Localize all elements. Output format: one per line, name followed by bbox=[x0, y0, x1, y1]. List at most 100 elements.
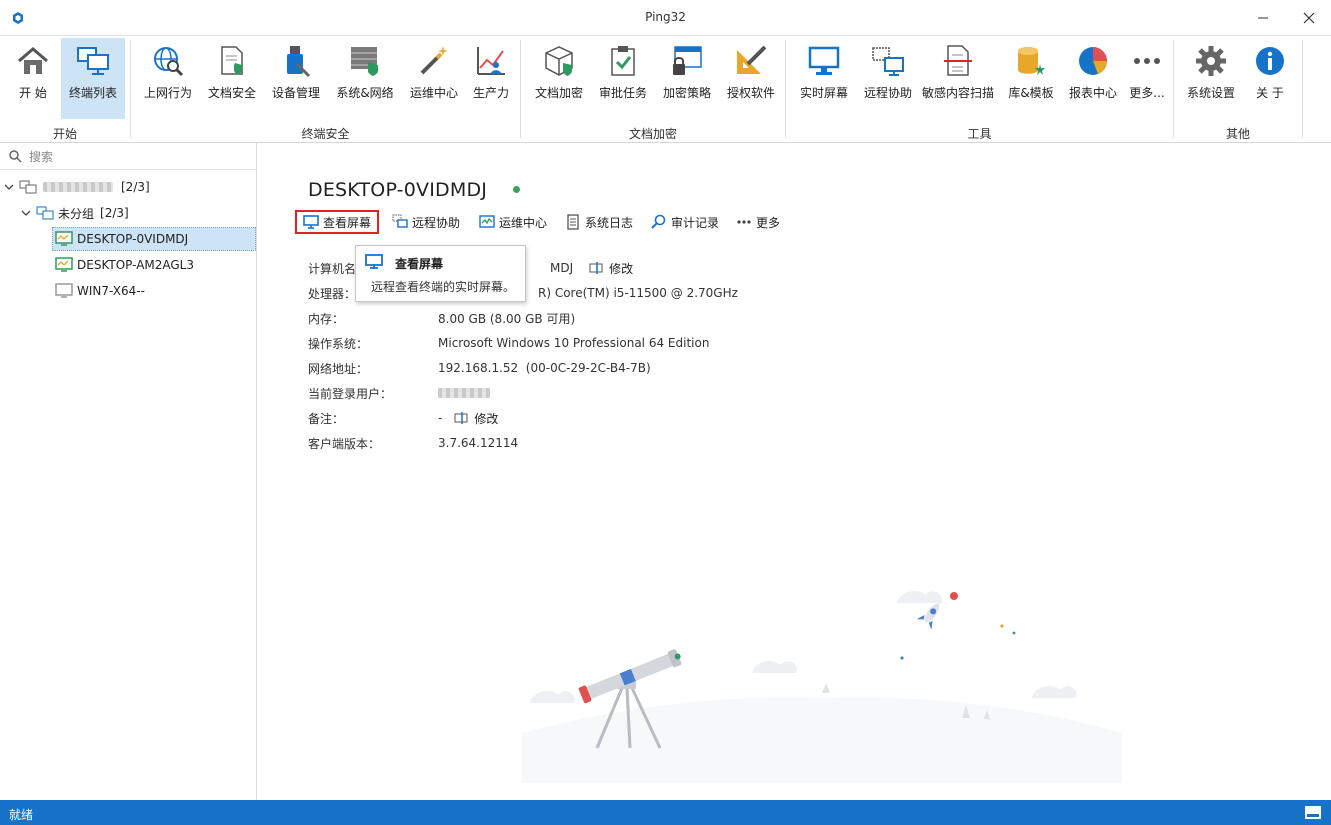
ribbon-system-network-label: 系统&网络 bbox=[336, 86, 394, 100]
window-title: Ping32 bbox=[645, 10, 686, 24]
ribbon-about-label: 关 于 bbox=[1256, 86, 1284, 100]
home-icon bbox=[18, 47, 48, 74]
status-text: 就绪 bbox=[9, 808, 34, 822]
ribbon-remote-assist-button[interactable]: 远程协助 bbox=[859, 38, 917, 118]
library-template-icon bbox=[1018, 47, 1045, 75]
edit-icon bbox=[454, 412, 468, 424]
ribbon-web-behavior-button[interactable]: 上网行为 bbox=[138, 38, 198, 118]
ribbon-report-center-label: 报表中心 bbox=[1068, 86, 1117, 100]
view-screen-tooltip: 查看屏幕 远程查看终端的实时屏幕。 bbox=[355, 245, 526, 302]
minimize-icon bbox=[1258, 17, 1268, 19]
tree-group-node[interactable]: 未分组 [2/3] bbox=[21, 201, 129, 225]
ribbon-settings-button[interactable]: 系统设置 bbox=[1182, 38, 1240, 118]
audit-log-button[interactable]: 审计记录 bbox=[651, 210, 719, 234]
more-actions-label: 更多 bbox=[756, 215, 781, 230]
info-key: 当前登录用户： bbox=[308, 386, 393, 401]
info-key: 内存： bbox=[308, 311, 345, 326]
telescope-illustration bbox=[522, 590, 1122, 783]
ribbon-start-button[interactable]: 开 始 bbox=[5, 38, 61, 118]
sidebar-search[interactable]: 搜索 bbox=[0, 143, 256, 170]
ribbon-realtime-screen-button[interactable]: 实时屏幕 bbox=[795, 38, 853, 118]
sensitive-scan-icon bbox=[944, 45, 972, 76]
info-row-network: 网络地址： 192.168.1.52 (00-0C-29-2C-B4-7B) bbox=[308, 358, 651, 378]
chevron-down-icon[interactable] bbox=[4, 182, 14, 192]
search-input[interactable]: 搜索 bbox=[29, 148, 53, 165]
authorize-software-icon bbox=[737, 45, 767, 74]
ribbon-terminal-list-button[interactable]: 终端列表 bbox=[61, 38, 125, 119]
ribbon-report-center-button[interactable]: 报表中心 bbox=[1064, 38, 1122, 118]
system-log-button[interactable]: 系统日志 bbox=[565, 210, 633, 234]
info-value: - bbox=[438, 411, 443, 425]
ribbon-separator bbox=[785, 40, 786, 138]
sidebar-tree: 搜索 [2/3] 未分组 [2/3] DESKTOP-0VIDMDJ DESKT… bbox=[0, 143, 257, 800]
group-icon bbox=[36, 206, 54, 220]
close-icon bbox=[1303, 12, 1315, 24]
minimize-button[interactable] bbox=[1240, 0, 1286, 36]
close-button[interactable] bbox=[1286, 0, 1331, 36]
system-log-icon bbox=[567, 214, 579, 230]
ops-center-small-icon bbox=[479, 215, 495, 228]
tree-device-item[interactable]: DESKTOP-0VIDMDJ bbox=[52, 227, 256, 251]
ribbon-approval-button[interactable]: 审批任务 bbox=[594, 38, 652, 118]
ribbon-more-button[interactable]: 更多... bbox=[1124, 38, 1170, 118]
ribbon-sensitive-scan-button[interactable]: 敏感内容扫描 bbox=[918, 38, 998, 118]
audit-log-label: 审计记录 bbox=[671, 215, 720, 230]
ribbon-settings-label: 系统设置 bbox=[1186, 86, 1235, 100]
ribbon-about-button[interactable]: 关 于 bbox=[1244, 38, 1296, 118]
ribbon-authorize-software-button[interactable]: 授权软件 bbox=[722, 38, 780, 118]
ribbon-doc-security-button[interactable]: 文档安全 bbox=[202, 38, 262, 118]
more-actions-button[interactable]: 更多 bbox=[736, 210, 780, 234]
ribbon-group-other-label: 其他 bbox=[1225, 127, 1250, 141]
ribbon-encrypt-policy-button[interactable]: 加密策略 bbox=[658, 38, 716, 118]
ribbon-device-manage-button[interactable]: 设备管理 bbox=[266, 38, 326, 118]
ribbon-doc-security-label: 文档安全 bbox=[207, 86, 256, 100]
ribbon-system-network-button[interactable]: 系统&网络 bbox=[334, 38, 396, 118]
ribbon-toolbar: 开 始 终端列表 开始 上网行为 文档安全 设备管理 系统&网络 运维中心 生产… bbox=[0, 36, 1331, 143]
modify-computer-name-button[interactable]: 修改 bbox=[589, 260, 633, 277]
modify-remark-button[interactable]: 修改 bbox=[454, 410, 498, 427]
remote-assist-button[interactable]: 远程协助 bbox=[392, 210, 460, 234]
web-behavior-icon bbox=[154, 47, 184, 77]
title-bar: Ping32 bbox=[0, 0, 1331, 36]
tree-device-item[interactable]: WIN7-X64-- bbox=[52, 279, 145, 303]
ops-wand-icon bbox=[420, 46, 448, 75]
device-manage-icon bbox=[287, 46, 311, 78]
more-dots-icon bbox=[1134, 58, 1160, 64]
doc-security-icon bbox=[221, 46, 243, 75]
ops-center-button[interactable]: 运维中心 bbox=[479, 210, 547, 234]
ribbon-sensitive-scan-label: 敏感内容扫描 bbox=[921, 86, 994, 100]
modify-label: 修改 bbox=[474, 411, 499, 426]
ribbon-library-template-label: 库&模板 bbox=[1008, 86, 1054, 100]
remote-assist-small-icon bbox=[392, 214, 408, 228]
ribbon-group-doc-encrypt-label: 文档加密 bbox=[628, 127, 677, 141]
info-value: Microsoft Windows 10 Professional 64 Edi… bbox=[438, 336, 710, 350]
online-status-dot bbox=[513, 186, 520, 193]
online-computer-icon bbox=[55, 231, 73, 246]
ribbon-terminal-list-label: 终端列表 bbox=[68, 86, 117, 100]
ribbon-productivity-button[interactable]: 生产力 bbox=[466, 38, 516, 118]
remote-assist-label: 远程协助 bbox=[412, 215, 461, 230]
ribbon-productivity-label: 生产力 bbox=[472, 86, 509, 100]
ribbon-web-behavior-label: 上网行为 bbox=[143, 86, 192, 100]
info-row-current-user: 当前登录用户： bbox=[308, 383, 490, 403]
realtime-screen-icon bbox=[808, 46, 840, 75]
terminal-list-icon bbox=[77, 47, 109, 75]
ribbon-doc-encrypt-button[interactable]: 文档加密 bbox=[530, 38, 588, 118]
view-screen-button[interactable]: 查看屏幕 bbox=[295, 210, 380, 234]
tooltip-title: 查看屏幕 bbox=[395, 257, 444, 271]
offline-computer-icon bbox=[55, 283, 73, 298]
ribbon-remote-assist-label: 远程协助 bbox=[863, 86, 912, 100]
chevron-down-icon[interactable] bbox=[21, 208, 31, 218]
root-name-blurred bbox=[43, 182, 113, 192]
ribbon-ops-center-button[interactable]: 运维中心 bbox=[404, 38, 464, 118]
ribbon-approval-label: 审批任务 bbox=[598, 86, 647, 100]
view-screen-icon bbox=[303, 215, 319, 229]
tree-root-node[interactable]: [2/3] bbox=[4, 175, 150, 199]
device-label: WIN7-X64-- bbox=[77, 284, 145, 298]
tree-device-item[interactable]: DESKTOP-AM2AGL3 bbox=[52, 253, 194, 277]
ribbon-device-manage-label: 设备管理 bbox=[271, 86, 320, 100]
doc-encrypt-box-icon bbox=[545, 46, 573, 76]
ribbon-group-tools-label: 工具 bbox=[967, 127, 992, 141]
status-layout-icon[interactable] bbox=[1305, 806, 1321, 819]
ribbon-library-template-button[interactable]: 库&模板 bbox=[1002, 38, 1060, 118]
